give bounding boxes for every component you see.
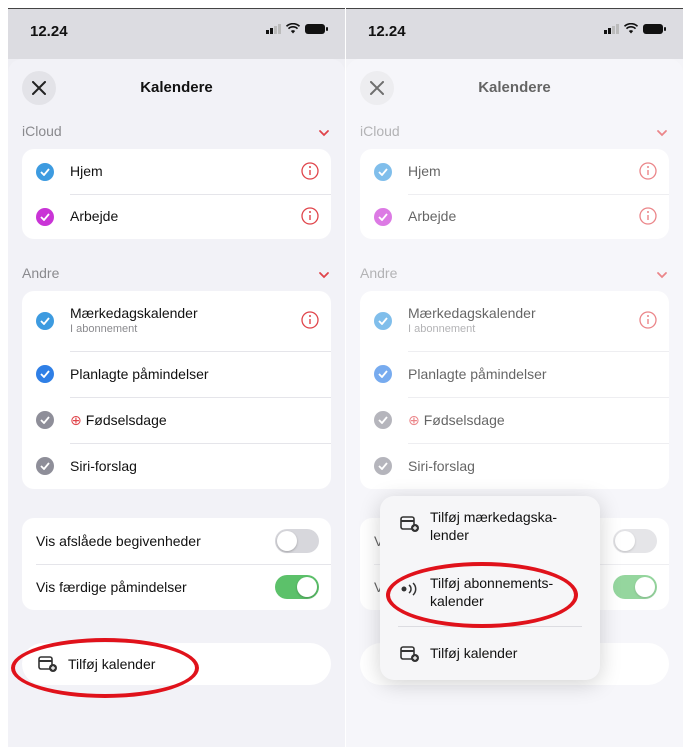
- sheet-header: Kalendere: [8, 59, 345, 117]
- broadcast-icon: [401, 582, 417, 596]
- calendar-sublabel: I abonnement: [70, 323, 138, 335]
- calendars-sheet: Kalendere iCloud Hjem Arbejde Andre Mærk…: [8, 59, 345, 747]
- info-icon[interactable]: [301, 162, 319, 180]
- icloud-calendar-list: Hjem Arbejde: [22, 149, 331, 239]
- signal-icon: [604, 23, 619, 34]
- screen-left: 12.24 Kalendere iCloud Hjem Arbejde Andr…: [8, 8, 345, 747]
- wifi-icon: [624, 23, 638, 34]
- checkmark-icon[interactable]: [36, 163, 54, 181]
- signal-icon: [266, 23, 281, 34]
- menu-item-label: Tilføj kalender: [430, 645, 518, 661]
- info-icon[interactable]: [301, 311, 319, 329]
- menu-item-add-subscription-calendar[interactable]: Tilføj abonnements- kalender: [380, 562, 600, 622]
- screen-right: 12.24 Kalendere iCloud Hjem Arbejde Andr…: [346, 8, 683, 747]
- declined-events-toggle[interactable]: [275, 529, 319, 553]
- checkmark-icon[interactable]: [36, 411, 54, 429]
- checkmark-icon[interactable]: [36, 312, 54, 330]
- battery-icon: [305, 23, 328, 34]
- gift-icon: ⊕: [70, 412, 82, 428]
- checkmark-icon[interactable]: [36, 208, 54, 226]
- menu-item-add-calendar[interactable]: Tilføj kalender: [380, 630, 600, 676]
- status-bar: 12.24: [8, 9, 345, 59]
- calendar-add-icon: [400, 646, 419, 662]
- menu-item-add-holiday-calendar[interactable]: Tilføj mærkedagska- lender: [380, 496, 600, 556]
- calendar-add-icon: [400, 516, 419, 532]
- section-header-andre: Andre: [22, 265, 60, 281]
- checkmark-icon[interactable]: [36, 365, 54, 383]
- status-time: 12.24: [30, 23, 68, 40]
- calendar-row-planlagte[interactable]: Planlagte påmindelser: [22, 351, 331, 397]
- add-calendar-label: Tilføj kalender: [68, 656, 156, 672]
- checkmark-icon[interactable]: [36, 457, 54, 475]
- status-time: 12.24: [368, 23, 406, 40]
- sheet-title: Kalendere: [140, 79, 213, 96]
- calendar-row-siri[interactable]: Siri-forslag: [22, 443, 331, 489]
- wifi-icon: [286, 23, 300, 34]
- other-calendar-list: Mærkedagskalender I abonnement Planlagte…: [22, 291, 331, 489]
- settings-toggles: Vis afslåede begivenheder Vis færdige på…: [22, 518, 331, 610]
- calendar-row-maerkedagskalender[interactable]: Mærkedagskalender I abonnement: [22, 291, 331, 351]
- toggle-row-declined: Vis afslåede begivenheder: [22, 518, 331, 564]
- menu-item-label: Tilføj abonnements- kalender: [430, 575, 554, 609]
- calendar-row-foedselsdage[interactable]: ⊕ Fødselsdage: [22, 397, 331, 443]
- completed-reminders-toggle[interactable]: [275, 575, 319, 599]
- calendar-label: Mærkedagskalender: [70, 305, 198, 321]
- menu-divider: [398, 626, 582, 627]
- add-calendar-menu: Tilføj mærkedagska- lender Tilføj abonne…: [380, 496, 600, 680]
- info-icon[interactable]: [301, 207, 319, 225]
- add-calendar-button[interactable]: Tilføj kalender: [22, 643, 331, 685]
- calendar-label: Siri-forslag: [70, 458, 137, 474]
- calendar-label: Planlagte påmindelser: [70, 366, 209, 382]
- chevron-down-icon[interactable]: [317, 128, 331, 138]
- calendar-label: ⊕ Fødselsdage: [70, 412, 167, 428]
- section-header-icloud: iCloud: [22, 123, 62, 139]
- status-icons: [604, 23, 666, 34]
- status-icons: [266, 23, 328, 34]
- battery-icon: [643, 23, 666, 34]
- toggle-row-completed: Vis færdige påmindelser: [22, 564, 331, 610]
- calendar-row-hjem[interactable]: Hjem: [22, 149, 331, 194]
- toggle-label: Vis afslåede begivenheder: [36, 533, 201, 549]
- status-bar: 12.24: [346, 9, 683, 59]
- calendar-label: Hjem: [70, 163, 103, 179]
- calendar-label: Arbejde: [70, 208, 119, 224]
- calendar-row-arbejde[interactable]: Arbejde: [22, 194, 331, 239]
- menu-item-label: Tilføj mærkedagska- lender: [430, 509, 558, 543]
- chevron-down-icon[interactable]: [317, 270, 331, 280]
- calendar-add-icon: [38, 656, 57, 672]
- toggle-label: Vis færdige påmindelser: [36, 579, 187, 595]
